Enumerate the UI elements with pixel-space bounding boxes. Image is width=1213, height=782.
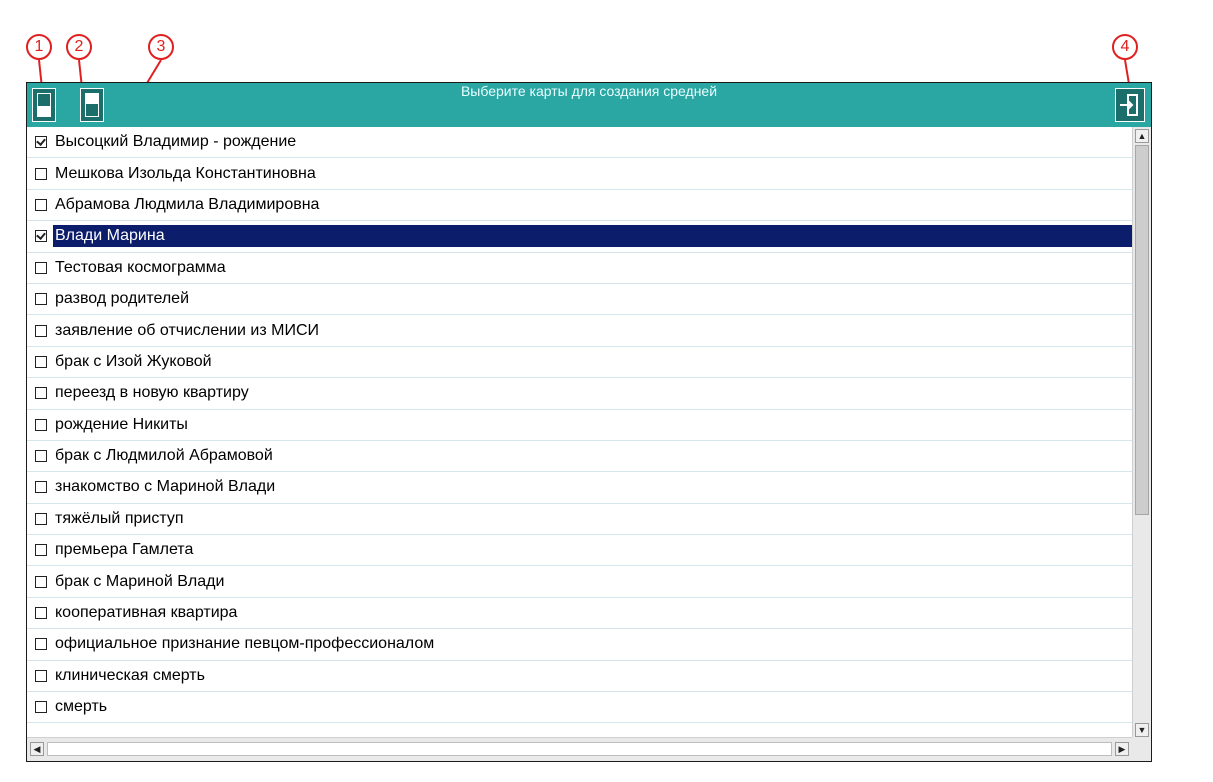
item-label: брак с Людмилой Абрамовой (55, 447, 273, 465)
callout-marker-4: 4 (1112, 34, 1138, 60)
resize-grip-icon[interactable] (1132, 737, 1151, 761)
list-item[interactable]: тяжёлый приступ (27, 504, 1132, 536)
list-item[interactable]: брак с Изой Жуковой (27, 347, 1132, 379)
item-checkbox[interactable] (35, 607, 47, 620)
horizontal-scrollbar[interactable]: ◀ ▶ (27, 737, 1132, 761)
list-item[interactable]: Абрамова Людмила Владимировна (27, 190, 1132, 222)
scroll-up-arrow-icon[interactable]: ▲ (1135, 129, 1149, 143)
item-checkbox[interactable] (35, 669, 47, 682)
callout-marker-1: 1 (26, 34, 52, 60)
scroll-thumb[interactable] (1135, 145, 1149, 515)
list-item[interactable]: Высоцкий Владимир - рождение (27, 127, 1132, 159)
callout-marker-2: 2 (66, 34, 92, 60)
list-item[interactable]: официальное признание певцом-профессиона… (27, 629, 1132, 661)
exit-button[interactable] (1115, 88, 1145, 122)
item-checkbox[interactable] (35, 544, 47, 557)
item-checkbox[interactable] (35, 575, 47, 588)
item-label: кооперативная квартира (55, 604, 238, 622)
callout-marker-3: 3 (148, 34, 174, 60)
item-checkbox[interactable] (35, 167, 47, 180)
scroll-right-arrow-icon[interactable]: ▶ (1115, 742, 1129, 756)
list-item[interactable]: смерть (27, 692, 1132, 724)
horizontal-scroll-track[interactable] (47, 742, 1112, 756)
item-label: официальное признание певцом-профессиона… (55, 635, 435, 653)
item-label: Мешкова Изольда Константиновна (55, 164, 316, 182)
chart-list: Высоцкий Владимир - рождение Мешкова Изол… (27, 127, 1132, 739)
list-item[interactable]: заявление об отчислении из МИСИ (27, 315, 1132, 347)
item-label: премьера Гамлета (55, 541, 194, 559)
list-item[interactable]: Мешкова Изольда Константиновна (27, 158, 1132, 190)
list-item[interactable]: рождение Никиты (27, 410, 1132, 441)
item-checkbox[interactable] (35, 355, 47, 368)
list-item[interactable]: кооперативная квартира (27, 598, 1132, 630)
item-label: переезд в новую квартиру (55, 384, 249, 402)
select-charts-window: Выберите карты для создания средней Высо… (26, 82, 1152, 762)
item-label: брак с Изой Жуковой (55, 352, 212, 370)
screenshot-frame: 1 2 3 4 Выберите карты для создания сред… (0, 0, 1213, 782)
item-checkbox[interactable] (35, 293, 47, 306)
item-checkbox[interactable] (35, 450, 47, 463)
item-label: Абрамова Людмила Владимировна (55, 195, 320, 213)
item-checkbox[interactable] (35, 136, 47, 149)
list-item[interactable]: Влади Марина (27, 221, 1132, 253)
scroll-down-arrow-icon[interactable]: ▼ (1135, 723, 1149, 737)
item-label: развод родителей (55, 290, 190, 308)
item-checkbox[interactable] (35, 512, 47, 525)
item-checkbox[interactable] (35, 230, 47, 243)
list-item[interactable]: брак с Мариной Влади (27, 566, 1132, 598)
item-checkbox[interactable] (35, 324, 47, 337)
item-label: заявление об отчислении из МИСИ (55, 321, 320, 339)
item-checkbox[interactable] (35, 198, 47, 211)
item-label: Влади Марина (53, 225, 1132, 248)
item-label: клиническая смерть (55, 666, 205, 684)
item-label: смерть (55, 698, 108, 716)
list-item[interactable]: клиническая смерть (27, 661, 1132, 693)
item-label: тяжёлый приступ (55, 509, 184, 527)
list-item[interactable]: Тестовая космограмма (27, 253, 1132, 284)
exit-icon (1120, 94, 1138, 116)
window-titlebar: Выберите карты для создания средней (27, 83, 1151, 127)
item-label: рождение Никиты (55, 415, 188, 433)
scroll-left-arrow-icon[interactable]: ◀ (30, 742, 44, 756)
list-item[interactable]: премьера Гамлета (27, 535, 1132, 567)
vertical-scrollbar[interactable]: ▲ ▼ (1132, 127, 1151, 739)
item-checkbox[interactable] (35, 638, 47, 651)
list-item[interactable]: переезд в новую квартиру (27, 378, 1132, 410)
list-item[interactable]: развод родителей (27, 284, 1132, 316)
list-item[interactable]: брак с Людмилой Абрамовой (27, 441, 1132, 473)
item-checkbox[interactable] (35, 261, 47, 274)
item-label: знакомство с Мариной Влади (55, 478, 276, 496)
item-checkbox[interactable] (35, 387, 47, 400)
window-title: Выберите карты для создания средней (460, 83, 718, 99)
item-checkbox[interactable] (35, 418, 47, 431)
item-label: брак с Мариной Влади (55, 572, 225, 590)
item-label: Тестовая космограмма (55, 258, 226, 276)
item-checkbox[interactable] (35, 701, 47, 714)
item-label: Высоцкий Владимир - рождение (55, 133, 297, 151)
item-checkbox[interactable] (35, 481, 47, 494)
list-item[interactable]: знакомство с Мариной Влади (27, 472, 1132, 504)
